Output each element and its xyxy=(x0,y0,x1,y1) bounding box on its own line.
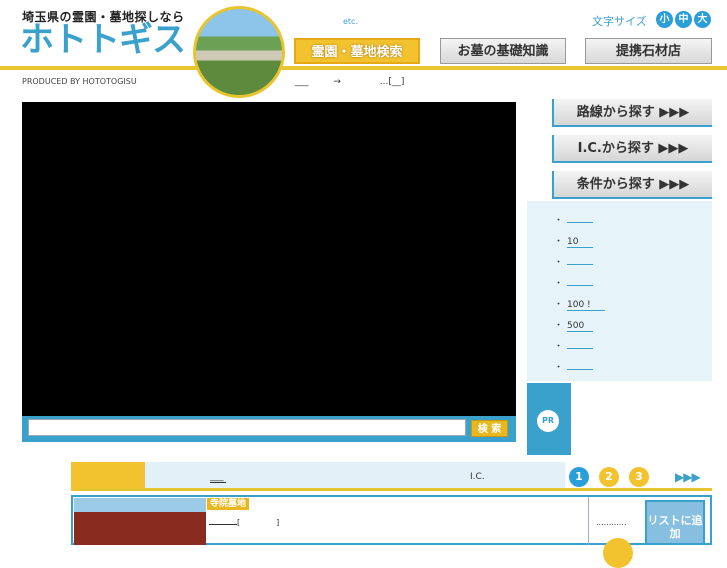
header-divider xyxy=(0,66,727,70)
nav-partner-stonemasons[interactable]: 提携石材店 xyxy=(585,38,712,64)
nav-grave-basics[interactable]: お墓の基礎知識 xyxy=(440,38,566,64)
list-item[interactable]: ・ xyxy=(554,360,594,373)
video-player[interactable] xyxy=(22,102,516,416)
tab-label[interactable]: ___ xyxy=(210,472,226,483)
list-item[interactable]: ・ 500 xyxy=(554,318,594,332)
list-item[interactable]: ・ xyxy=(554,255,594,268)
search-button[interactable]: 検 索 xyxy=(471,420,508,437)
breadcrumb-arrow: → xyxy=(333,77,341,87)
etc-text: etc. xyxy=(343,17,358,26)
add-to-list-button[interactable]: リストに追加 xyxy=(645,500,705,545)
font-size-medium-button[interactable]: 中 xyxy=(675,11,692,28)
next-page-icon[interactable]: ▶▶▶ xyxy=(675,470,701,484)
result-icon xyxy=(603,538,633,568)
pr-badge: PR xyxy=(537,410,559,432)
result-divider xyxy=(588,497,589,545)
search-input[interactable] xyxy=(28,419,466,436)
cemetery-photo xyxy=(193,6,285,98)
tab-active[interactable] xyxy=(71,462,145,490)
site-logo[interactable]: ホトトギス xyxy=(20,20,186,60)
result-link[interactable] xyxy=(209,524,237,525)
font-size-label: 文字サイズ xyxy=(592,15,647,28)
breadcrumb: ___ → ...[__] xyxy=(295,77,408,87)
page-1-button[interactable]: 1 xyxy=(569,467,589,487)
font-size-small-button[interactable]: 小 xyxy=(656,11,673,28)
list-item[interactable]: ・ xyxy=(554,276,594,289)
tab-label-ic[interactable]: I.C. xyxy=(470,472,485,482)
list-item[interactable]: ・ xyxy=(554,339,594,352)
result-dots: ............ xyxy=(596,518,627,527)
list-item[interactable]: ・ xyxy=(554,213,594,226)
search-by-ic-button[interactable]: I.C.から探す ▶▶▶ xyxy=(552,135,712,163)
page-2-button[interactable]: 2 xyxy=(599,467,619,487)
search-by-condition-button[interactable]: 条件から探す ▶▶▶ xyxy=(552,171,712,199)
temple-photo xyxy=(74,498,206,545)
page-3-button[interactable]: 3 xyxy=(629,467,649,487)
breadcrumb-item[interactable]: ___ xyxy=(295,77,309,87)
nav-cemetery-search[interactable]: 霊園・墓地検索 xyxy=(294,38,420,64)
search-by-route-button[interactable]: 路線から探す ▶▶▶ xyxy=(552,99,712,127)
tab-divider xyxy=(71,488,712,491)
produced-by-text: PRODUCED BY HOTOTOGISU xyxy=(22,77,137,86)
breadcrumb-item[interactable]: ...[__] xyxy=(380,77,405,87)
list-item[interactable]: ・ 100 ! xyxy=(554,297,606,311)
temple-cemetery-badge: 寺院墓地 xyxy=(207,498,250,510)
font-size-large-button[interactable]: 大 xyxy=(694,11,711,28)
tab-strip xyxy=(145,462,565,490)
result-title[interactable]: [] xyxy=(209,518,279,527)
list-item[interactable]: ・ 10 xyxy=(554,234,594,248)
sidebar-link-list xyxy=(527,201,712,381)
